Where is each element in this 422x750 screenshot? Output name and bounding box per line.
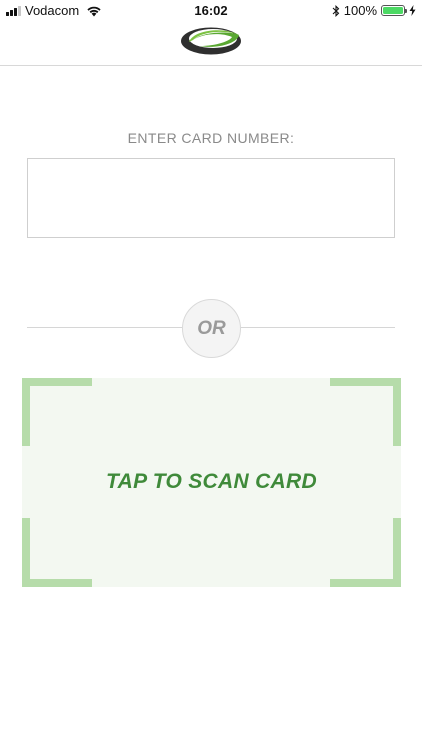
status-bar-right: 100% bbox=[332, 3, 416, 18]
divider-line-left bbox=[27, 327, 182, 328]
scan-frame-corner-bottom-left-vertical bbox=[22, 518, 30, 587]
bluetooth-icon bbox=[332, 4, 340, 17]
scan-card-button[interactable]: TAP TO SCAN CARD bbox=[22, 378, 401, 587]
scan-card-label: TAP TO SCAN CARD bbox=[106, 470, 317, 493]
scan-frame-corner-top-left bbox=[22, 378, 92, 386]
status-bar: Vodacom 16:02 100% bbox=[0, 0, 422, 22]
divider-line-right bbox=[241, 327, 395, 328]
scan-frame-corner-top-right bbox=[330, 378, 401, 386]
scan-frame-corner-bottom-right-vertical bbox=[393, 518, 401, 587]
charging-bolt-icon bbox=[409, 5, 416, 16]
scan-frame-corner-bottom-right bbox=[330, 579, 401, 587]
scan-frame-corner-top-right-vertical bbox=[393, 378, 401, 446]
battery-percent: 100% bbox=[343, 3, 377, 18]
brand-logo-icon bbox=[181, 27, 241, 55]
card-number-label: ENTER CARD NUMBER: bbox=[127, 130, 295, 146]
screen: Vodacom 16:02 100% ENTER CARD NUMBER: OR… bbox=[0, 0, 422, 750]
scan-frame-corner-top-left-vertical bbox=[22, 378, 30, 446]
card-number-input[interactable] bbox=[27, 158, 395, 238]
or-divider-badge: OR bbox=[182, 299, 241, 358]
battery-icon bbox=[381, 5, 407, 16]
scan-frame-corner-bottom-left bbox=[22, 579, 92, 587]
nav-bar bbox=[0, 22, 422, 66]
